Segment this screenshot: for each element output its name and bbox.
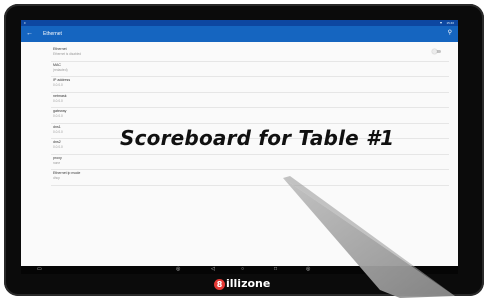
- billiard-ball-icon: 8: [214, 278, 225, 290]
- beam-shape: [283, 178, 455, 298]
- brand-logo-text: illizone: [226, 277, 271, 290]
- beam-edge: [283, 176, 455, 296]
- scoreboard-caption: Scoreboard for Table #1: [120, 126, 395, 150]
- brand-logo: 8 illizone: [214, 277, 270, 290]
